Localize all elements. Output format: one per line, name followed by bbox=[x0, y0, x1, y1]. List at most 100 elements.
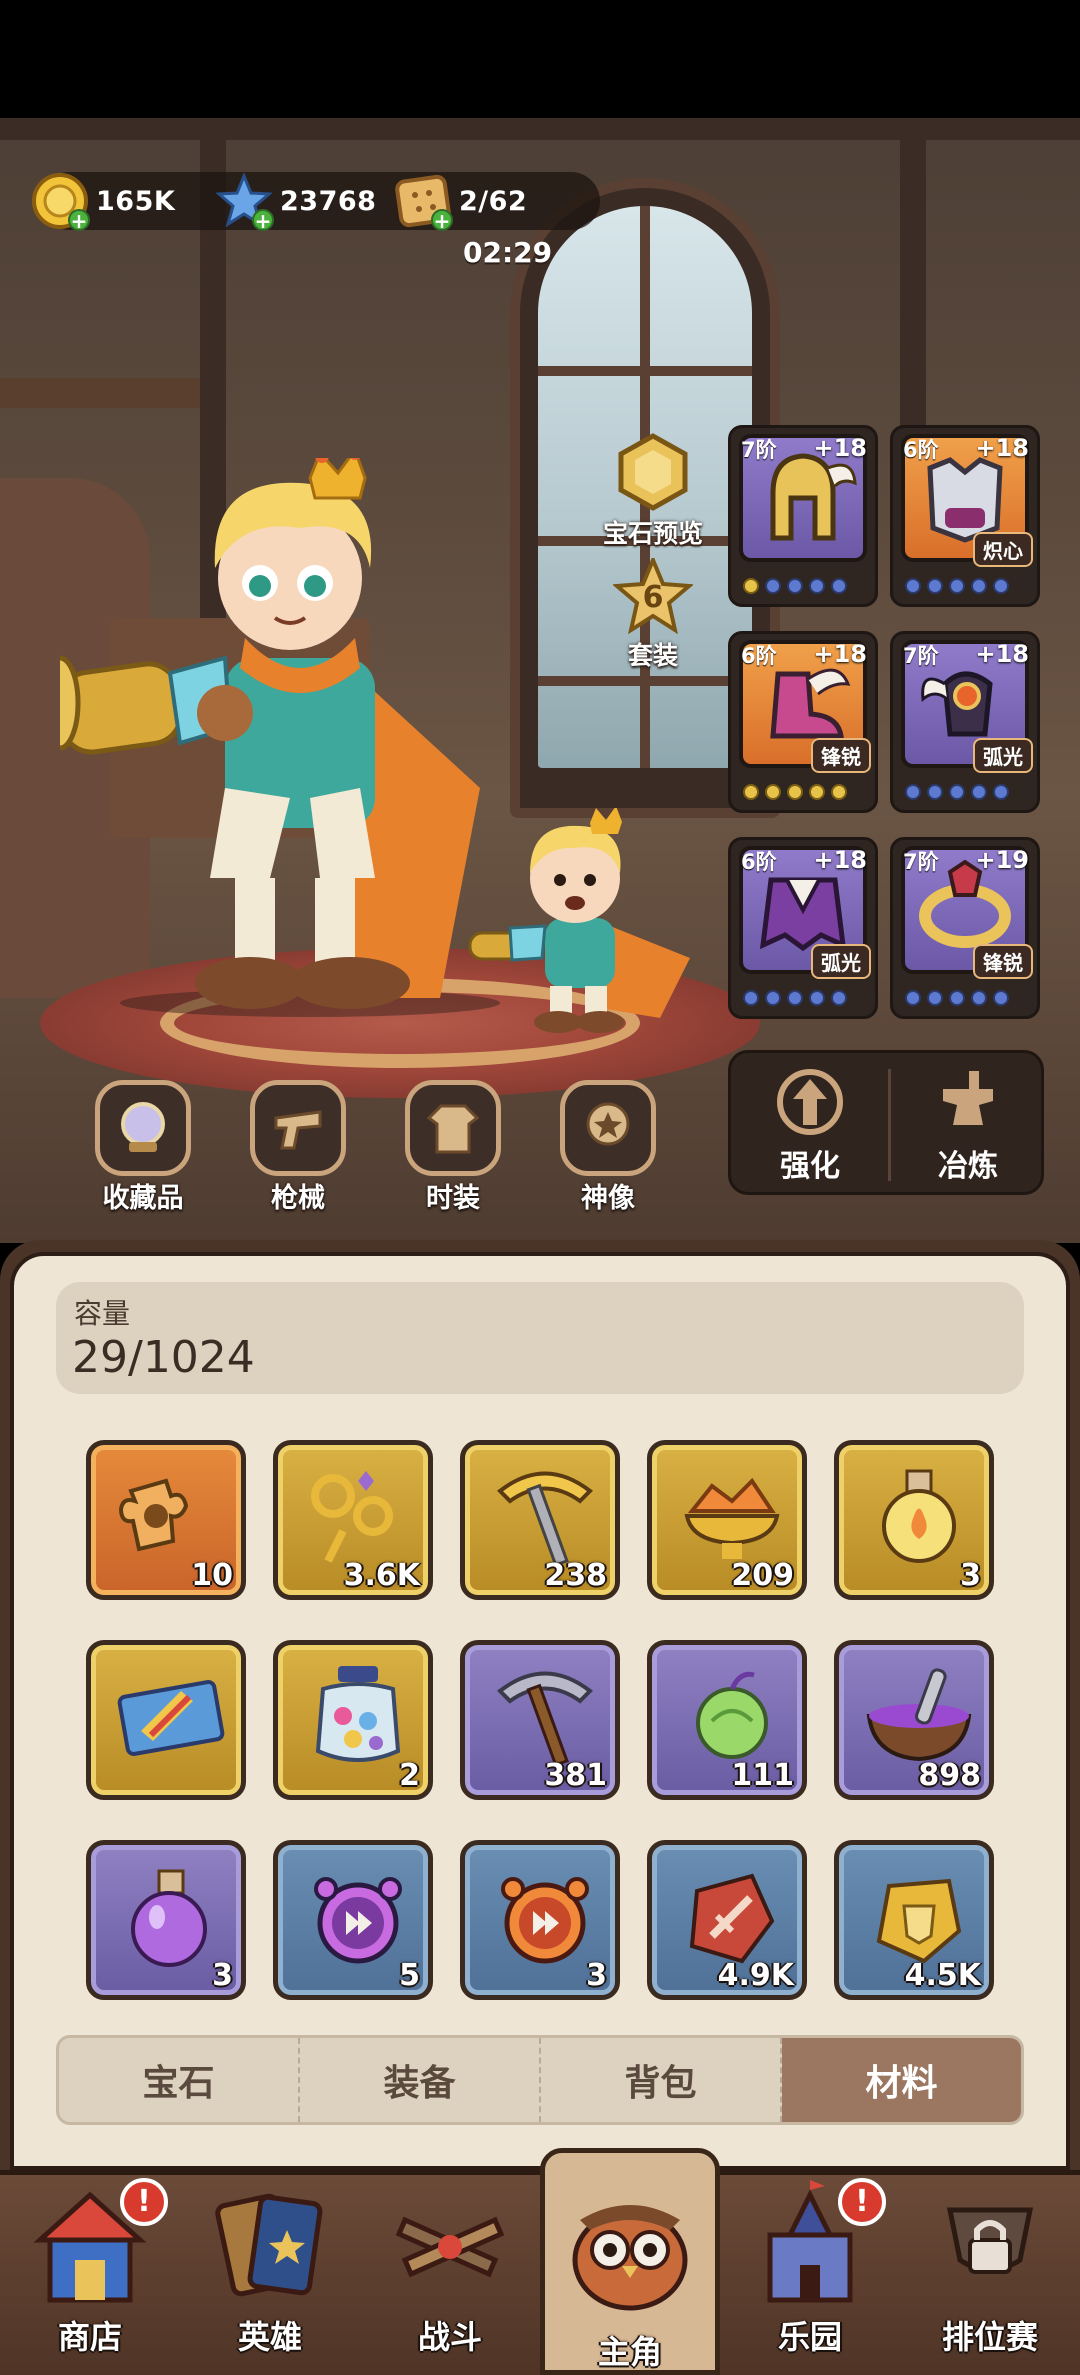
inventory-item[interactable]: 381 bbox=[460, 1640, 620, 1800]
collection-button[interactable]: 收藏品 bbox=[83, 1080, 203, 1215]
equip-tier: 6阶 bbox=[903, 438, 939, 462]
capacity-title: 容量 bbox=[74, 1297, 131, 1330]
set-star-icon: 6 bbox=[612, 554, 694, 635]
inventory-item[interactable]: 5 bbox=[273, 1840, 433, 2000]
star-amount: 23768 bbox=[280, 185, 377, 217]
item-count: 3 bbox=[586, 1958, 607, 1993]
gold-coin-icon: + bbox=[32, 173, 90, 231]
statue-label: 神像 bbox=[581, 1183, 635, 1214]
shop-alert-badge: ! bbox=[120, 2178, 168, 2226]
stamina-amount: 2/62 bbox=[459, 185, 528, 217]
inventory-item[interactable]: 3 bbox=[460, 1840, 620, 2000]
upgrade-panel: 强化 冶炼 bbox=[728, 1050, 1044, 1195]
fashion-button[interactable]: 时装 bbox=[393, 1080, 513, 1215]
add-star-icon[interactable]: + bbox=[252, 209, 274, 231]
enhance-button[interactable]: 强化 bbox=[735, 1067, 885, 1185]
item-count: 238 bbox=[544, 1558, 607, 1593]
set-bonus-button[interactable]: 6 套装 bbox=[583, 554, 723, 672]
add-gold-icon[interactable]: + bbox=[68, 209, 90, 231]
anvil-icon bbox=[943, 1071, 993, 1125]
fashion-label: 时装 bbox=[426, 1183, 480, 1214]
item-count: 111 bbox=[731, 1758, 794, 1793]
enhance-label: 强化 bbox=[780, 1149, 840, 1184]
equip-slot-gloves[interactable]: 7阶 +18 弧光 bbox=[890, 631, 1040, 813]
nav-ranked[interactable]: 排位赛 bbox=[900, 2180, 1080, 2370]
inventory-item[interactable]: 10 bbox=[86, 1440, 246, 1600]
inventory-item[interactable] bbox=[86, 1640, 246, 1800]
equip-slot-helmet[interactable]: 7阶 +18 bbox=[728, 425, 878, 607]
refine-button[interactable]: 冶炼 bbox=[893, 1067, 1043, 1185]
item-count: 4.9K bbox=[717, 1958, 794, 1993]
inventory-item[interactable]: 3.6K bbox=[273, 1440, 433, 1600]
equip-level: +18 bbox=[975, 640, 1029, 668]
inventory-item[interactable]: 898 bbox=[834, 1640, 994, 1800]
inventory-item[interactable]: 4.9K bbox=[647, 1840, 807, 2000]
item-count: 3.6K bbox=[343, 1558, 420, 1593]
item-count: 209 bbox=[731, 1558, 794, 1593]
add-stamina-icon[interactable]: + bbox=[431, 209, 453, 231]
statue-button[interactable]: 神像 bbox=[548, 1080, 668, 1215]
nav-ranked-label: 排位赛 bbox=[941, 2318, 1038, 2356]
gem-sockets bbox=[743, 784, 847, 800]
equip-trait-tag: 弧光 bbox=[811, 944, 871, 979]
shelf bbox=[0, 378, 200, 408]
crystal-ball-icon bbox=[121, 1102, 165, 1152]
gem-sockets bbox=[743, 578, 847, 594]
equip-slot-boots[interactable]: 6阶 +18 锋锐 bbox=[728, 631, 878, 813]
gem-sockets bbox=[743, 990, 847, 1006]
item-count: 3 bbox=[960, 1558, 981, 1593]
gold-amount: 165K bbox=[96, 185, 176, 217]
equip-slot-cape[interactable]: 6阶 +18 弧光 bbox=[728, 837, 878, 1019]
equip-level: +18 bbox=[813, 846, 867, 874]
nav-protagonist-label: 主角 bbox=[597, 2333, 662, 2371]
equip-tier: 6阶 bbox=[741, 644, 777, 668]
nav-battle[interactable]: 战斗 bbox=[360, 2180, 540, 2370]
gem-preview-label: 宝石预览 bbox=[602, 519, 703, 548]
equip-level: +18 bbox=[975, 434, 1029, 462]
set-count: 6 bbox=[642, 580, 664, 615]
inventory-item[interactable]: 3 bbox=[86, 1840, 246, 2000]
refine-label: 冶炼 bbox=[938, 1149, 998, 1184]
ticket-icon bbox=[117, 1680, 225, 1756]
equip-trait-tag: 弧光 bbox=[973, 738, 1033, 773]
equip-tier: 7阶 bbox=[903, 644, 939, 668]
inventory-item[interactable]: 238 bbox=[460, 1440, 620, 1600]
firearms-button[interactable]: 枪械 bbox=[238, 1080, 358, 1215]
equip-tier: 6阶 bbox=[741, 850, 777, 874]
gem-preview-button[interactable]: 宝石预览 bbox=[583, 432, 723, 550]
gem-sockets bbox=[905, 784, 1009, 800]
inventory-item[interactable]: 2 bbox=[273, 1640, 433, 1800]
equip-level: +19 bbox=[975, 846, 1029, 874]
tab-backpack[interactable]: 背包 bbox=[541, 2038, 782, 2122]
equip-trait-tag: 锋锐 bbox=[973, 944, 1033, 979]
item-count: 898 bbox=[918, 1758, 981, 1793]
equip-trait-tag: 炽心 bbox=[973, 532, 1033, 567]
inventory-item[interactable]: 4.5K bbox=[834, 1840, 994, 2000]
tab-gems[interactable]: 宝石 bbox=[59, 2038, 300, 2122]
hero-cards-icon bbox=[215, 2193, 323, 2297]
tab-materials[interactable]: 材料 bbox=[782, 2038, 1021, 2122]
coat-icon bbox=[426, 1104, 480, 1154]
biscuit-icon: + bbox=[395, 173, 453, 231]
gold-resource[interactable]: + 165K bbox=[32, 172, 176, 231]
inventory-tabs: 宝石 装备 背包 材料 bbox=[56, 2035, 1024, 2125]
stamina-timer: 02:29 bbox=[463, 236, 553, 269]
item-count: 4.5K bbox=[904, 1958, 981, 1993]
park-alert-badge: ! bbox=[838, 2178, 886, 2226]
nav-heroes-label: 英雄 bbox=[237, 2318, 302, 2356]
star-resource[interactable]: + 23768 bbox=[215, 172, 377, 231]
nav-protagonist[interactable]: 主角 bbox=[540, 2160, 720, 2375]
equip-slot-ring[interactable]: 7阶 +19 锋锐 bbox=[890, 837, 1040, 1019]
stamina-resource[interactable]: + 2/62 bbox=[395, 172, 528, 231]
nav-heroes[interactable]: 英雄 bbox=[180, 2180, 360, 2370]
inventory-item[interactable]: 209 bbox=[647, 1440, 807, 1600]
crossed-guns-icon bbox=[395, 2216, 505, 2278]
gun-icon bbox=[274, 1110, 322, 1150]
item-count: 3 bbox=[212, 1958, 233, 1993]
tab-equipment[interactable]: 装备 bbox=[300, 2038, 541, 2122]
inventory-item[interactable]: 111 bbox=[647, 1640, 807, 1800]
equip-slot-armor[interactable]: 6阶 +18 炽心 bbox=[890, 425, 1040, 607]
owl-icon bbox=[572, 2205, 688, 2311]
item-count: 381 bbox=[544, 1758, 607, 1793]
inventory-item[interactable]: 3 bbox=[834, 1440, 994, 1600]
